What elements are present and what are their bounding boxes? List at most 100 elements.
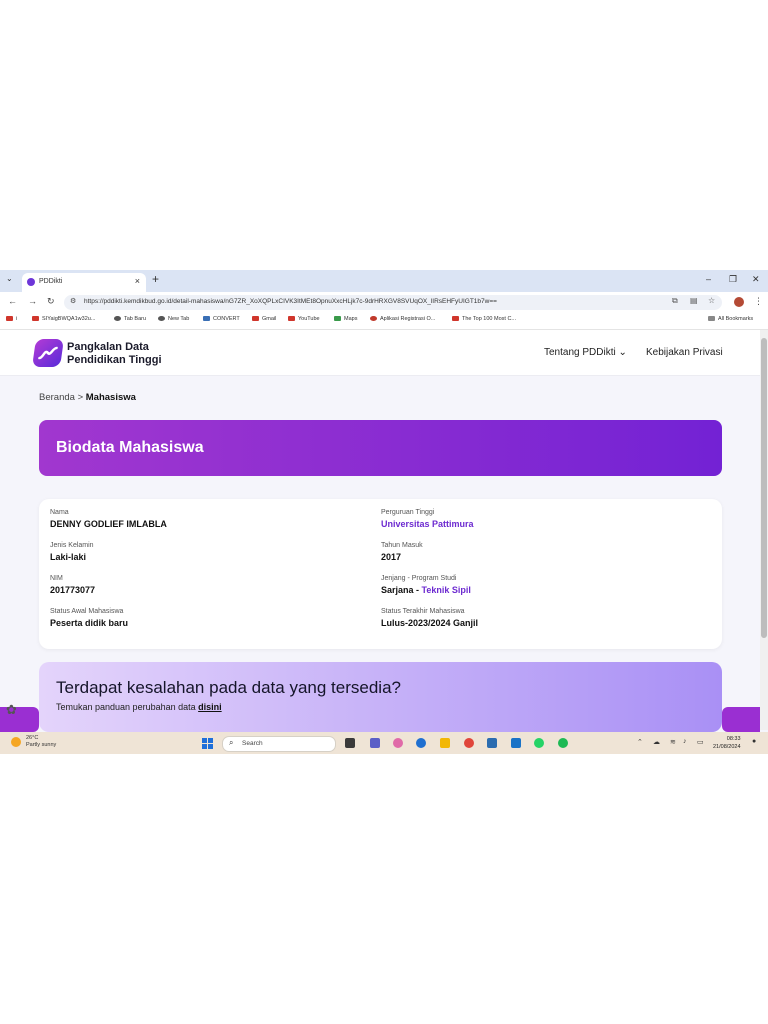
guide-link[interactable]: disini — [198, 702, 222, 712]
notification-icon[interactable]: ● — [752, 738, 756, 745]
browser-menu-icon[interactable]: ⋮ — [754, 296, 763, 307]
bookmark-item[interactable]: Maps — [334, 316, 357, 322]
site-info-icon[interactable]: ⚙ — [70, 297, 76, 305]
bookmark-item[interactable]: i — [6, 316, 17, 322]
bookmark-item[interactable]: The Top 100 Most C... — [452, 316, 516, 322]
field-label: Tahun Masuk — [381, 542, 423, 549]
bookmark-item[interactable]: Aplikasi Registrasi O... — [370, 316, 435, 322]
all-bookmarks[interactable]: All Bookmarks — [708, 316, 753, 322]
nav-tentang[interactable]: Tentang PDDikti ⌄ — [544, 347, 627, 358]
system-clock[interactable]: 08:33 21/08/2024 — [713, 735, 741, 751]
bookmark-item[interactable]: SIYaigBWQA1w32u... — [32, 316, 95, 322]
bookmarks-bar: i SIYaigBWQA1w32u... Tab Baru New Tab CO… — [0, 313, 768, 330]
field-perguruan-tinggi: Perguruan Tinggi Universitas Pattimura — [381, 509, 474, 529]
taskbar-search[interactable]: ⌕ Search — [222, 736, 336, 752]
field-status-awal: Status Awal Mahasiswa Peserta didik baru — [50, 608, 128, 628]
breadcrumb-home[interactable]: Beranda — [39, 392, 75, 403]
forward-icon[interactable]: → — [28, 296, 37, 306]
chrome-icon[interactable] — [464, 738, 474, 748]
field-label: Status Awal Mahasiswa — [50, 608, 124, 615]
wifi-icon[interactable]: ≋ — [670, 738, 676, 746]
spotify-icon[interactable] — [558, 738, 568, 748]
page-scrollbar[interactable] — [760, 330, 768, 730]
brand-line2: Pendidikan Tinggi — [67, 354, 162, 366]
windows-taskbar: 26°C Partly sunny ⌕ Search ⌃ ☁ ≋ ♪ ▭ 08:… — [0, 732, 768, 754]
bookmark-item[interactable]: New Tab — [158, 316, 189, 322]
copilot-icon[interactable] — [393, 738, 403, 748]
teams-icon[interactable] — [370, 738, 380, 748]
bookmark-label: New Tab — [168, 316, 190, 322]
field-value: Lulus-2023/2024 Ganjil — [381, 618, 479, 628]
close-tab-icon[interactable]: × — [135, 276, 140, 286]
install-app-icon[interactable]: ⧉ — [672, 296, 678, 306]
reload-icon[interactable]: ↻ — [47, 296, 55, 307]
address-bar[interactable]: ⚙ https://pddikti.kemdikbud.go.id/detail… — [64, 295, 722, 310]
field-nim: NIM 201773077 — [50, 575, 95, 595]
zoom-icon[interactable] — [416, 738, 426, 748]
prodi-link[interactable]: Teknik Sipil — [422, 585, 471, 595]
translate-icon[interactable]: ▤ — [690, 296, 698, 305]
bookmark-item[interactable]: YouTube — [288, 316, 320, 322]
battery-icon[interactable]: ▭ — [697, 738, 704, 746]
screen: ⌄ PDDikti × + – ❐ ✕ ← → ↻ ⚙ https://pddi… — [0, 270, 768, 754]
breadcrumb: Beranda > Mahasiswa — [39, 392, 136, 403]
correction-title: Terdapat kesalahan pada data yang tersed… — [56, 678, 401, 697]
bookmark-star-icon[interactable]: ☆ — [708, 296, 715, 305]
cloud-icon[interactable]: ☁ — [653, 738, 660, 746]
search-icon: ⌕ — [229, 738, 234, 747]
mail-icon[interactable] — [511, 738, 521, 748]
university-link[interactable]: Universitas Pattimura — [381, 519, 474, 529]
bookmark-item[interactable]: Tab Baru — [114, 316, 146, 322]
tray-chevron-icon[interactable]: ⌃ — [637, 738, 643, 746]
field-label: Jenjang - Program Studi — [381, 575, 457, 582]
field-label: Jenis Kelamin — [50, 542, 94, 549]
file-explorer-icon[interactable] — [440, 738, 450, 748]
field-value: 201773077 — [50, 585, 96, 595]
chevron-down-icon: ⌄ — [618, 347, 627, 358]
minimize-icon[interactable]: – — [706, 274, 711, 284]
back-icon[interactable]: ← — [8, 296, 17, 306]
field-value: 2017 — [381, 552, 402, 562]
field-label: Nama — [50, 509, 69, 516]
tab-search-icon[interactable]: ⌄ — [6, 274, 13, 283]
youtube-icon — [288, 316, 295, 322]
url-text[interactable]: https://pddikti.kemdikbud.go.id/detail-m… — [84, 298, 684, 305]
store-icon[interactable] — [487, 738, 497, 748]
youtube-icon — [6, 316, 13, 322]
youtube-icon — [452, 316, 459, 322]
jenjang-separator: - — [413, 585, 422, 595]
field-jenis-kelamin: Jenis Kelamin Laki-laki — [50, 542, 94, 562]
volume-icon[interactable]: ♪ — [683, 738, 687, 745]
brand-name[interactable]: Pangkalan Data Pendidikan Tinggi — [67, 341, 162, 367]
nav-kebijakan[interactable]: Kebijakan Privasi — [646, 347, 723, 358]
weather-temp: 26°C — [26, 735, 39, 741]
scrollbar-thumb[interactable] — [761, 338, 767, 638]
profile-avatar[interactable] — [734, 297, 744, 307]
windows-start-icon[interactable] — [202, 738, 213, 749]
field-value: DENNY GODLIEF IMLABLA — [50, 519, 167, 529]
bookmark-item[interactable]: CONVERT — [203, 316, 240, 322]
field-value: Laki-laki — [50, 552, 87, 562]
accessibility-icon[interactable]: ✿ — [6, 702, 17, 718]
app-icon — [370, 316, 377, 322]
pddikti-logo-icon[interactable] — [32, 339, 64, 367]
bookmark-label: Aplikasi Registrasi O... — [380, 316, 436, 322]
convert-icon — [203, 316, 210, 322]
new-tab-icon[interactable]: + — [152, 272, 159, 286]
jenjang-value: Sarjana — [381, 585, 414, 595]
weather-widget[interactable]: 26°C Partly sunny — [11, 735, 56, 749]
restore-icon[interactable]: ❐ — [729, 274, 737, 285]
close-window-icon[interactable]: ✕ — [752, 274, 760, 285]
tab-strip: ⌄ PDDikti × + – ❐ ✕ — [0, 270, 768, 292]
breadcrumb-current: Mahasiswa — [85, 392, 136, 403]
gmail-icon — [252, 316, 259, 322]
all-bookmarks-label: All Bookmarks — [718, 316, 754, 322]
tab-title: PDDikti — [39, 278, 63, 285]
browser-tab[interactable]: PDDikti × — [22, 273, 146, 292]
field-value: Peserta didik baru — [50, 618, 129, 628]
task-view-icon[interactable] — [345, 738, 355, 748]
field-tahun-masuk: Tahun Masuk 2017 — [381, 542, 423, 562]
bookmark-item[interactable]: Gmail — [252, 316, 276, 322]
whatsapp-icon[interactable] — [534, 738, 544, 748]
maps-icon — [334, 316, 341, 322]
